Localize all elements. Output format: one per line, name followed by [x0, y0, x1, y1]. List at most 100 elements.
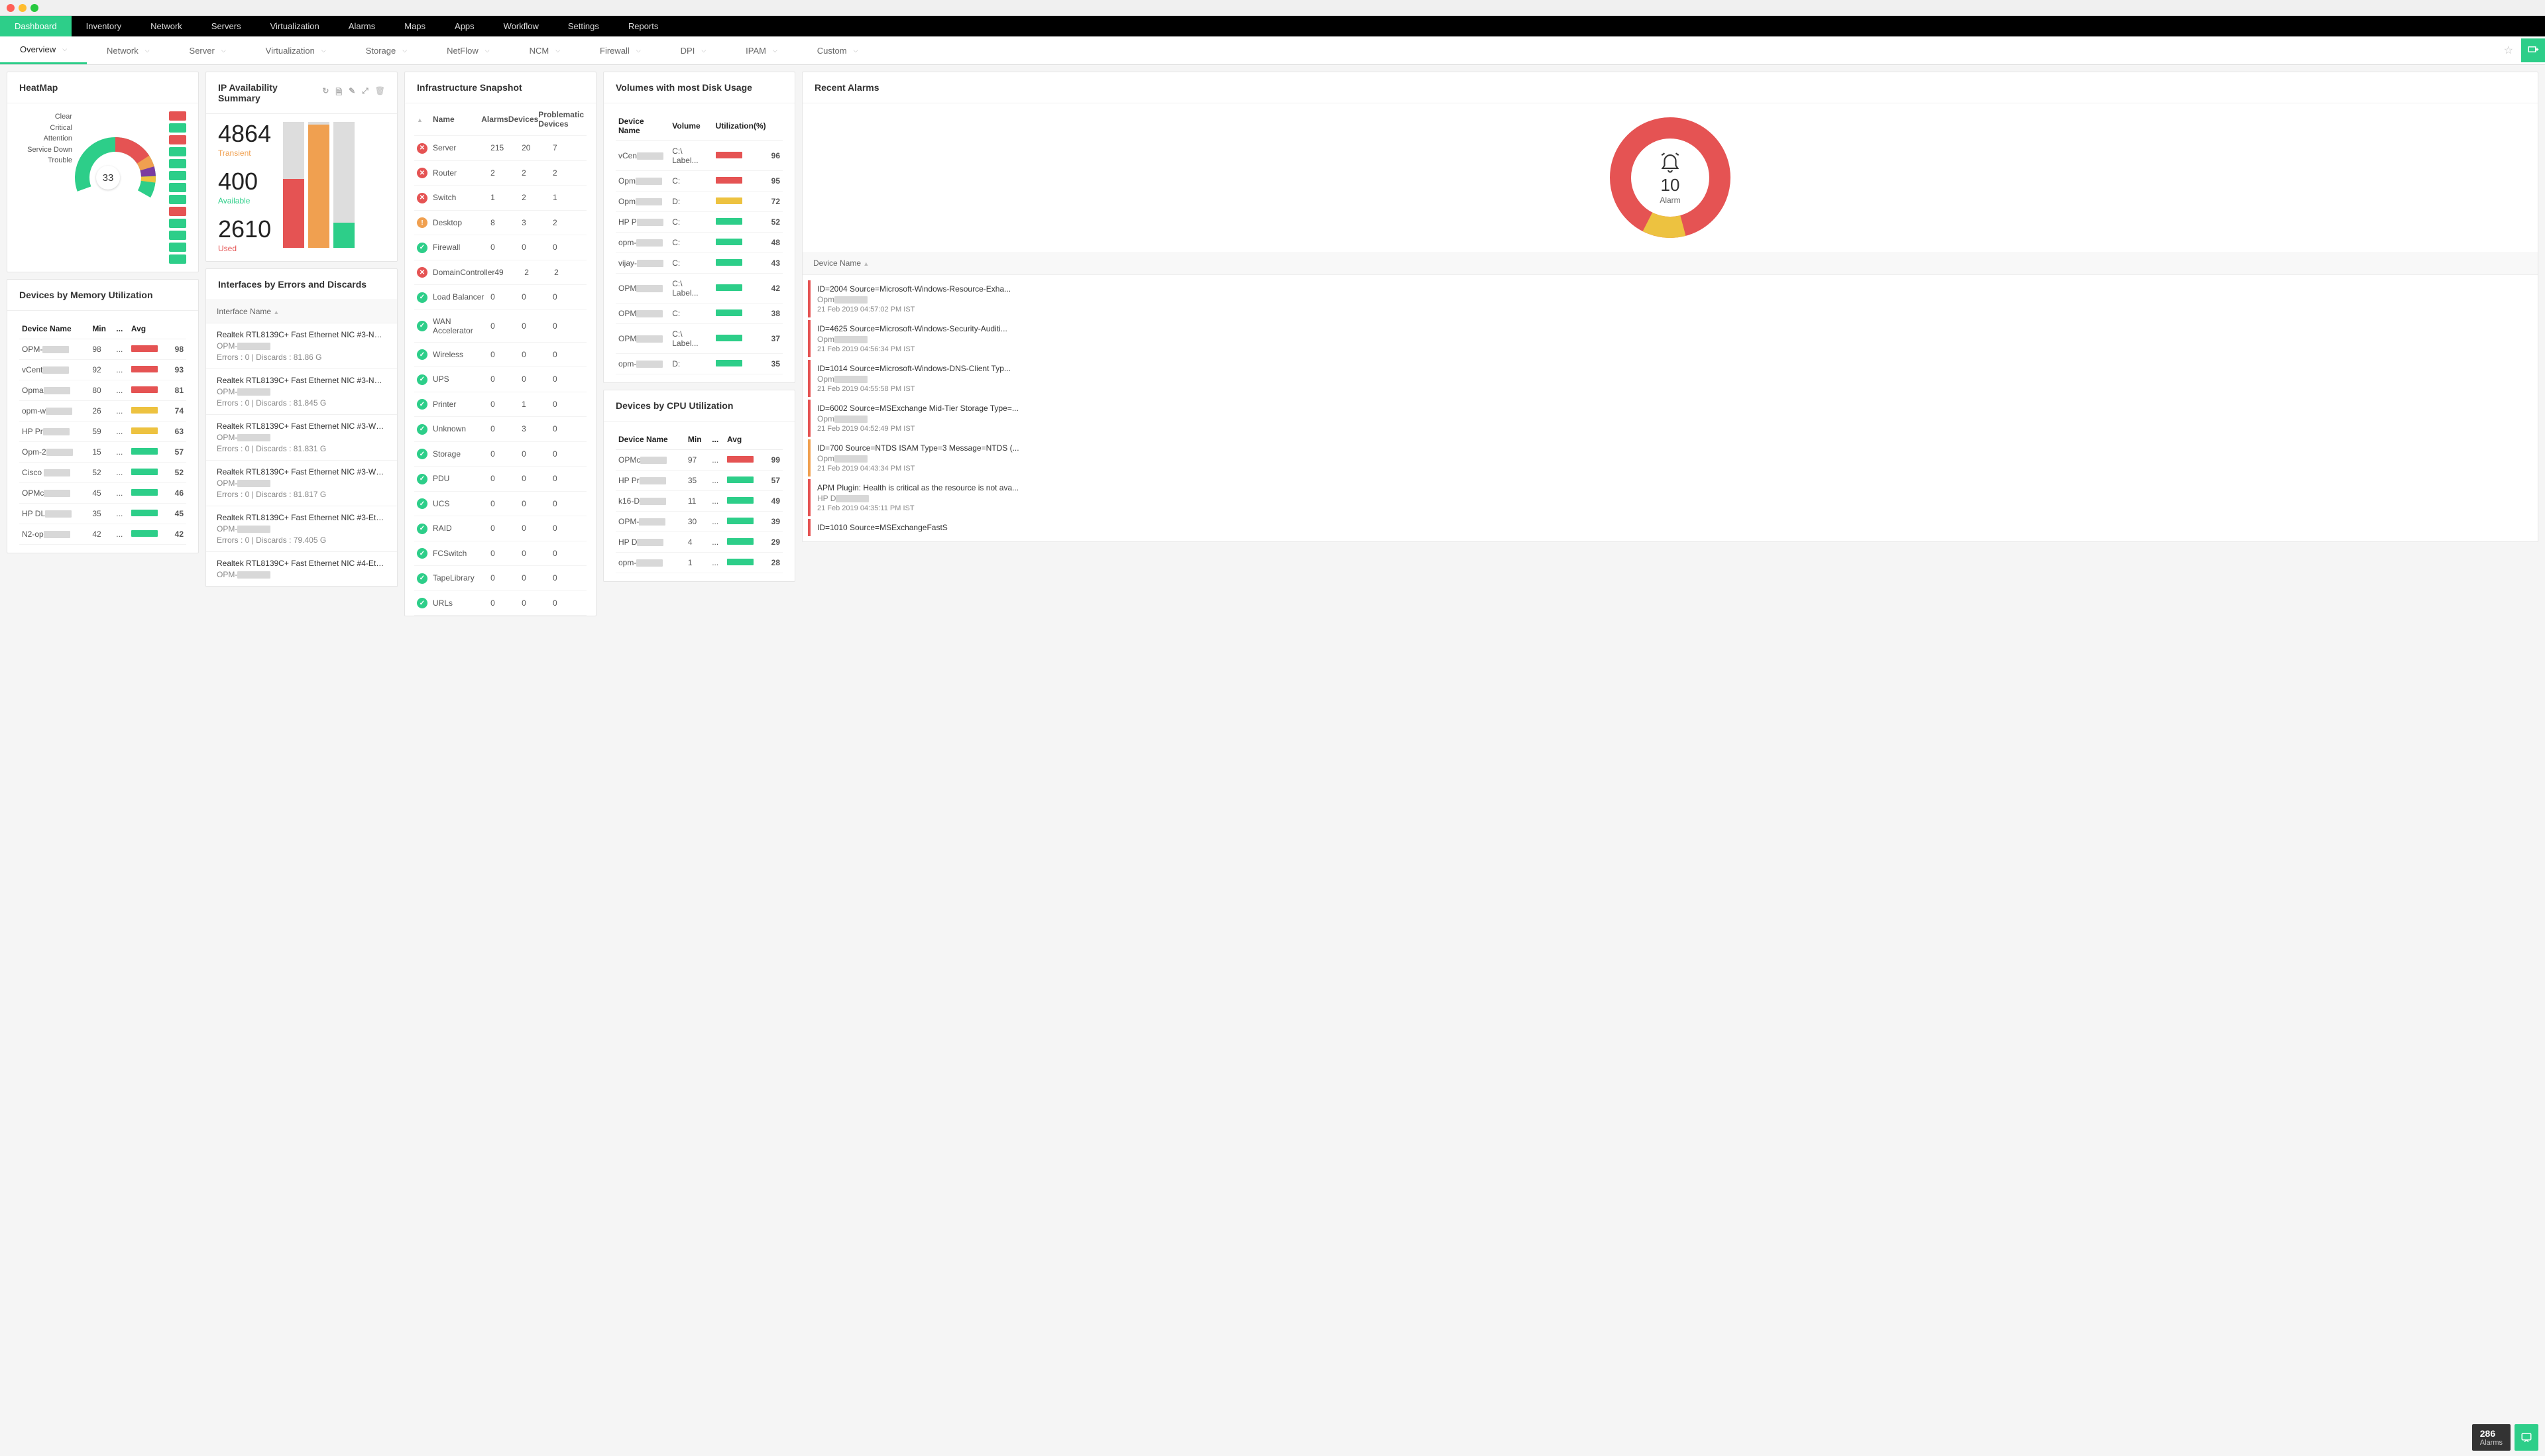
- column-header[interactable]: Device Name: [616, 111, 669, 141]
- table-row[interactable]: OPMc45...46: [19, 483, 186, 504]
- column-header[interactable]: Min: [685, 429, 709, 450]
- topnav-settings[interactable]: Settings: [553, 16, 614, 36]
- snapshot-row[interactable]: ✓UCS000: [414, 492, 587, 517]
- column-header[interactable]: Min: [89, 319, 113, 339]
- table-row[interactable]: N2-op42...42: [19, 524, 186, 545]
- minimize-icon[interactable]: [19, 4, 27, 12]
- heatmap-cell[interactable]: [169, 135, 186, 144]
- column-header[interactable]: Volume: [669, 111, 712, 141]
- subnav-dpi[interactable]: DPI ⌵: [661, 36, 726, 64]
- chat-button[interactable]: [2515, 1424, 2538, 1451]
- heatmap-cell[interactable]: [169, 147, 186, 156]
- column-header[interactable]: Interface Name ▲: [206, 300, 397, 323]
- alarms-donut[interactable]: 10 Alarm: [1604, 111, 1736, 244]
- edit-icon[interactable]: ✎: [349, 86, 355, 100]
- table-row[interactable]: opm-1...28: [616, 553, 783, 573]
- table-row[interactable]: OPMC:\ Label...42: [616, 274, 783, 304]
- topnav-apps[interactable]: Apps: [440, 16, 489, 36]
- topnav-workflow[interactable]: Workflow: [489, 16, 553, 36]
- snapshot-row[interactable]: ✓Printer010: [414, 392, 587, 418]
- interface-row[interactable]: Realtek RTL8139C+ Fast Ethernet NIC #3-W…: [206, 461, 397, 506]
- table-row[interactable]: OPMC:\ Label...37: [616, 324, 783, 354]
- subnav-network[interactable]: Network ⌵: [87, 36, 170, 64]
- topnav-network[interactable]: Network: [136, 16, 197, 36]
- alarm-row[interactable]: ID=2004 Source=Microsoft-Windows-Resourc…: [808, 280, 2532, 317]
- snapshot-row[interactable]: ✓FCSwitch000: [414, 541, 587, 567]
- alarm-row[interactable]: ID=1010 Source=MSExchangeFastS: [808, 519, 2532, 536]
- topnav-maps[interactable]: Maps: [390, 16, 440, 36]
- column-header[interactable]: Device Name: [616, 429, 685, 450]
- snapshot-row[interactable]: ✓Firewall000: [414, 235, 587, 260]
- table-row[interactable]: HP Pr35...57: [616, 471, 783, 491]
- maximize-icon[interactable]: [30, 4, 38, 12]
- subnav-ipam[interactable]: IPAM ⌵: [726, 36, 797, 64]
- bar[interactable]: [333, 122, 355, 248]
- heatmap-cell[interactable]: [169, 111, 186, 121]
- favorite-icon[interactable]: ☆: [2496, 44, 2521, 57]
- snapshot-row[interactable]: ✓RAID000: [414, 516, 587, 541]
- heatmap-cell[interactable]: [169, 254, 186, 264]
- table-row[interactable]: OPMc97...99: [616, 450, 783, 471]
- snapshot-row[interactable]: ✓Storage000: [414, 442, 587, 467]
- heatmap-cell[interactable]: [169, 159, 186, 168]
- table-row[interactable]: vCenC:\ Label...96: [616, 141, 783, 171]
- snapshot-row[interactable]: ✓Wireless000: [414, 343, 587, 368]
- bar[interactable]: [308, 122, 329, 248]
- export-icon[interactable]: 🗎: [335, 86, 342, 100]
- table-row[interactable]: HP Pr59...63: [19, 421, 186, 442]
- snapshot-row[interactable]: ✓PDU000: [414, 467, 587, 492]
- alarm-row[interactable]: ID=4625 Source=Microsoft-Windows-Securit…: [808, 320, 2532, 357]
- topnav-virtualization[interactable]: Virtualization: [256, 16, 334, 36]
- table-row[interactable]: HP D4...29: [616, 532, 783, 553]
- subnav-virtualization[interactable]: Virtualization ⌵: [246, 36, 346, 64]
- topnav-inventory[interactable]: Inventory: [72, 16, 136, 36]
- heatmap-cell[interactable]: [169, 219, 186, 228]
- subnav-custom[interactable]: Custom ⌵: [797, 36, 878, 64]
- alarms-counter[interactable]: 286Alarms: [2472, 1424, 2511, 1451]
- column-header[interactable]: ...: [709, 429, 724, 450]
- ip-availability-chart[interactable]: [283, 122, 385, 248]
- heatmap-cell[interactable]: [169, 183, 186, 192]
- column-header[interactable]: Avg: [129, 319, 168, 339]
- snapshot-row[interactable]: ✓URLs000: [414, 591, 587, 616]
- alarm-row[interactable]: ID=1014 Source=Microsoft-Windows-DNS-Cli…: [808, 360, 2532, 397]
- table-row[interactable]: opm-w26...74: [19, 401, 186, 421]
- snapshot-row[interactable]: !Desktop832: [414, 211, 587, 236]
- subnav-storage[interactable]: Storage ⌵: [346, 36, 427, 64]
- column-header[interactable]: Device Name ▲: [803, 252, 2538, 275]
- subnav-ncm[interactable]: NCM ⌵: [510, 36, 580, 64]
- table-row[interactable]: OPMC:38: [616, 304, 783, 324]
- column-header[interactable]: Device Name: [19, 319, 89, 339]
- snapshot-row[interactable]: ✓WAN Accelerator000: [414, 310, 587, 343]
- topnav-reports[interactable]: Reports: [614, 16, 673, 36]
- snapshot-row[interactable]: ✓UPS000: [414, 367, 587, 392]
- expand-icon[interactable]: ⤢: [362, 86, 368, 100]
- alarm-row[interactable]: ID=700 Source=NTDS ISAM Type=3 Message=N…: [808, 439, 2532, 476]
- snapshot-row[interactable]: ✕Server215207: [414, 136, 587, 161]
- heatmap-cell[interactable]: [169, 171, 186, 180]
- table-row[interactable]: opm-D:35: [616, 354, 783, 374]
- table-row[interactable]: OPM-30...39: [616, 512, 783, 532]
- alarm-row[interactable]: APM Plugin: Health is critical as the re…: [808, 479, 2532, 516]
- bar[interactable]: [283, 122, 304, 248]
- add-widget-button[interactable]: [2521, 38, 2545, 62]
- heatmap-cell[interactable]: [169, 243, 186, 252]
- snapshot-row[interactable]: ✓TapeLibrary000: [414, 566, 587, 591]
- snapshot-row[interactable]: ✕Router222: [414, 161, 587, 186]
- refresh-icon[interactable]: ↻: [322, 86, 329, 100]
- table-row[interactable]: Opm-215...57: [19, 442, 186, 463]
- topnav-servers[interactable]: Servers: [197, 16, 256, 36]
- heatmap-cell[interactable]: [169, 195, 186, 204]
- table-row[interactable]: Cisco 52...52: [19, 463, 186, 483]
- table-row[interactable]: opm-C:48: [616, 233, 783, 253]
- interface-row[interactable]: Realtek RTL8139C+ Fast Ethernet NIC #3-N…: [206, 323, 397, 369]
- topnav-alarms[interactable]: Alarms: [334, 16, 390, 36]
- table-row[interactable]: OpmC:95: [616, 171, 783, 192]
- alarm-row[interactable]: ID=6002 Source=MSExchange Mid-Tier Stora…: [808, 400, 2532, 437]
- column-header[interactable]: ...: [113, 319, 129, 339]
- heatmap-cell[interactable]: [169, 231, 186, 240]
- topnav-dashboard[interactable]: Dashboard: [0, 16, 72, 36]
- subnav-overview[interactable]: Overview ⌵: [0, 36, 87, 64]
- snapshot-row[interactable]: ✓Unknown030: [414, 417, 587, 442]
- table-row[interactable]: Opma80...81: [19, 380, 186, 401]
